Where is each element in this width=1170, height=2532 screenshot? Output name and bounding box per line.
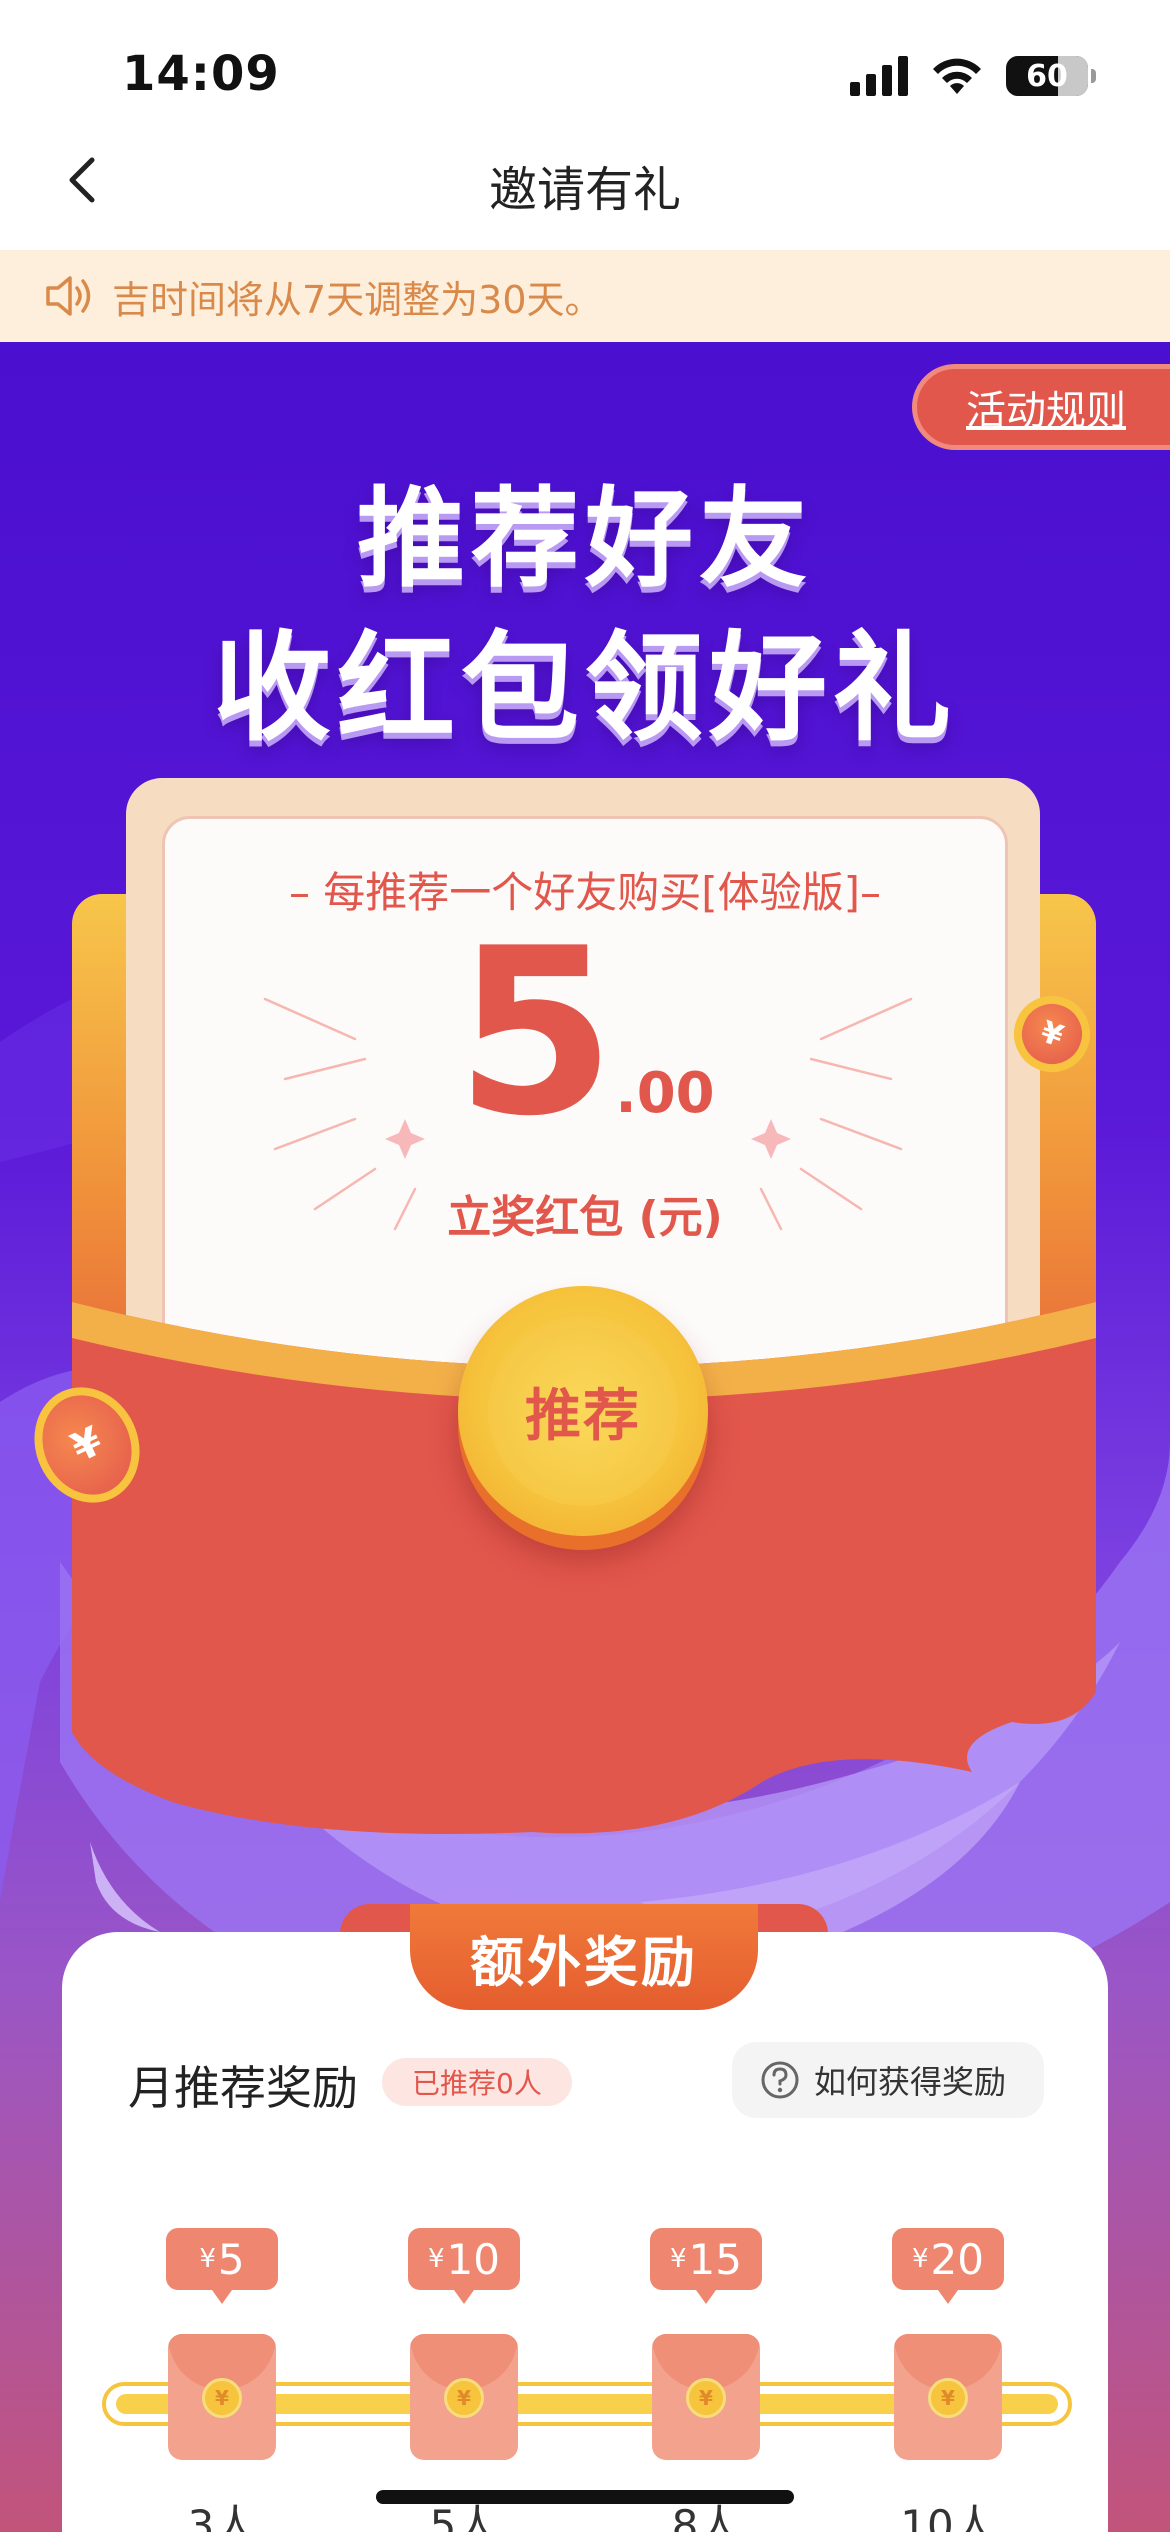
red-packet-icon: ¥ (652, 2334, 760, 2460)
red-packet-icon: ¥ (894, 2334, 1002, 2460)
activity-rules-label: 活动规则 (966, 388, 1126, 434)
status-time: 14:09 (122, 46, 280, 102)
recommend-button-label: 推荐 (525, 1383, 641, 1449)
battery-level: 60 (1026, 58, 1068, 94)
tier-amount-label: ¥20 (892, 2228, 1004, 2304)
wifi-icon (933, 58, 981, 94)
activity-rules-button[interactable]: 活动规则 (912, 364, 1170, 450)
battery-icon: 60 (1006, 56, 1096, 96)
how-to-earn-button[interactable]: 如何获得奖励 (732, 2042, 1044, 2118)
question-circle-icon (761, 2061, 799, 2099)
reward-unit-label: 立奖红包 (元) (447, 1192, 723, 1243)
coin-icon: ¥ (202, 2378, 242, 2418)
coin-symbol: ¥ (64, 1418, 110, 1472)
reward-amount-integer: 5 (455, 900, 616, 1167)
extra-rewards-title: 额外奖励 (470, 1930, 698, 1994)
red-packet-icon: ¥ (410, 2334, 518, 2460)
home-indicator[interactable] (376, 2490, 794, 2504)
status-icons: 60 (850, 56, 1096, 96)
tier-amount-label: ¥5 (166, 2228, 278, 2304)
notice-bar: 吉时间将从7天调整为30天。 (0, 250, 1170, 342)
reward-amount-decimal: .00 (615, 1061, 715, 1126)
tier-amount-label: ¥10 (408, 2228, 520, 2304)
coin-symbol: ¥ (1036, 1013, 1068, 1055)
recommend-button-inner: 推荐 (488, 1316, 678, 1506)
speaker-icon (46, 276, 91, 316)
page-title: 邀请有礼 (488, 162, 681, 218)
headline-line-2: 收红包领好礼 (212, 619, 957, 757)
coin-icon: ¥ (686, 2378, 726, 2418)
recommend-button[interactable]: 推荐 (458, 1286, 708, 1536)
tier-people-label: 10人 (900, 2501, 996, 2532)
cellular-signal-icon (850, 56, 908, 96)
recommended-count-badge: 已推荐0人 (382, 2058, 572, 2106)
tier-amount-label: ¥15 (650, 2228, 762, 2304)
coin-icon: ¥ (444, 2378, 484, 2418)
coin-icon: ¥ (928, 2378, 968, 2418)
red-packet-icon: ¥ (168, 2334, 276, 2460)
status-bar: 14:09 60 (0, 0, 1170, 140)
notice-text: 吉时间将从7天调整为30天。 (112, 277, 603, 322)
extra-rewards-tab: 额外奖励 (410, 1904, 758, 2010)
reward-amount: 5.00 (165, 919, 1005, 1149)
how-to-earn-label: 如何获得奖励 (814, 2063, 1007, 2101)
headline-line-1: 推荐好友 (356, 477, 813, 602)
nav-bar: 邀请有礼 (0, 120, 1170, 250)
monthly-rewards-title: 月推荐奖励 (128, 2061, 358, 2115)
tier-people-label: 3人 (187, 2501, 257, 2532)
